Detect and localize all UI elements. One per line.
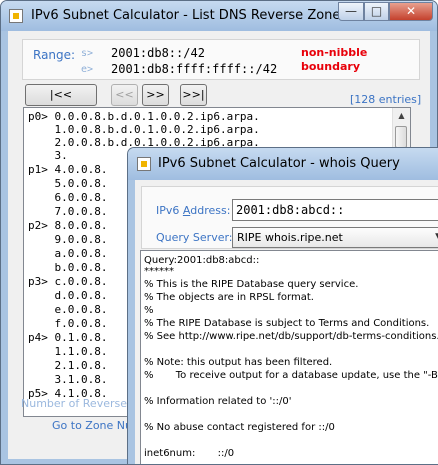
main-titlebar[interactable]: IPv6 Subnet Calculator - List DNS Revers… [1,1,437,31]
list-item[interactable]: 2.1.0.8. [28,359,107,372]
window-title: IPv6 Subnet Calculator - List DNS Revers… [31,8,348,23]
app-icon [9,9,23,23]
list-item[interactable]: d.0.0.8. [28,289,107,302]
list-item[interactable]: p0> 0.0.0.8.b.d.0.1.0.0.2.ip6.arpa. [28,110,260,123]
list-item[interactable]: 3. [28,149,67,162]
ipv6-address-input[interactable]: 2001:db8:abcd:: [232,199,438,221]
query-panel: IPv6 Address: 2001:db8:abcd:: Query Serv… [141,186,438,249]
output-line: % No abuse contact registered for ::/0 [144,422,335,433]
list-item[interactable]: a.0.0.8. [28,247,107,260]
output-line: % Information related to '::/0' [144,396,292,407]
scrollbar-thumb[interactable] [395,126,407,148]
query-server-value: RIPE whois.ripe.net [237,231,343,244]
list-item[interactable]: b.0.0.8. [28,261,107,274]
output-line: % The objects are in RPSL format. [144,292,314,303]
scroll-up-icon[interactable]: ▲ [393,108,410,124]
list-item[interactable]: p1> 4.0.0.8. [28,163,107,176]
list-item[interactable]: 9.0.0.8. [28,233,107,246]
non-nibble-warning: non-nibble boundary [301,46,367,74]
list-item[interactable]: e.0.0.8. [28,303,107,316]
prev-page-button[interactable]: << [111,84,138,106]
output-line: % See http://www.ripe.net/db/support/db-… [144,331,438,342]
warning-line-2: boundary [301,60,360,73]
list-item[interactable]: 1.0.0.8.b.d.0.1.0.0.2.ip6.arpa. [28,123,259,136]
output-line: % Note: this output has been filtered. [144,357,333,368]
whois-titlebar[interactable]: IPv6 Subnet Calculator - whois Query [128,148,438,180]
ipv6-address-label: IPv6 Address: [156,204,231,217]
output-line: % To receive output for a database updat… [144,370,438,381]
whois-app-icon [137,157,151,171]
maximize-button[interactable]: □ [364,2,389,21]
query-server-select[interactable]: RIPE whois.ripe.net ▼ [232,227,438,248]
last-page-button[interactable]: >>| [180,84,207,106]
list-item[interactable]: p2> 8.0.0.8. [28,219,107,232]
whois-window-title: IPv6 Subnet Calculator - whois Query [158,156,400,171]
range-label: Range: [33,48,76,62]
close-button[interactable]: ✕ [389,2,433,21]
list-item[interactable]: f.0.0.8. [28,317,107,330]
list-item[interactable]: 7.0.0.8. [28,205,107,218]
query-server-label: Query Server: [156,231,233,244]
output-line: % The RIPE Database is subject to Terms … [144,318,430,329]
range-end-value: 2001:db8:ffff:ffff::/42 [111,62,278,76]
whois-client-area: IPv6 Address: 2001:db8:abcd:: Query Serv… [135,180,438,464]
next-page-button[interactable]: >> [142,84,169,106]
list-item[interactable]: 3.1.0.8. [28,373,107,386]
list-item[interactable]: 6.0.0.8. [28,191,107,204]
first-page-button[interactable]: |<< FirstPage [25,84,97,120]
output-line: ****** [144,266,174,277]
whois-output[interactable]: Query:2001:db8:abcd:: ****** % This is t… [140,250,438,464]
range-start-value: 2001:db8::/42 [111,46,205,60]
range-panel: Range: s> e> 2001:db8::/42 2001:db8:ffff… [22,39,420,80]
output-line: inet6num: ::/0 [144,448,235,459]
range-start-prefix: s> [81,48,94,59]
list-item[interactable]: 1.1.0.8. [28,345,107,358]
whois-window: IPv6 Subnet Calculator - whois Query IPv… [127,147,438,465]
list-item[interactable]: p3> c.0.0.8. [28,275,107,288]
output-line: % This is the RIPE Database query servic… [144,279,359,290]
list-item[interactable]: p4> 0.1.0.8. [28,331,107,344]
warning-line-1: non-nibble [301,46,368,59]
entries-count: [128 entries] [350,93,422,106]
range-end-prefix: e> [81,64,94,75]
minimize-button[interactable]: — [338,2,364,21]
output-line: % [144,305,154,316]
list-item[interactable]: 5.0.0.8. [28,177,107,190]
